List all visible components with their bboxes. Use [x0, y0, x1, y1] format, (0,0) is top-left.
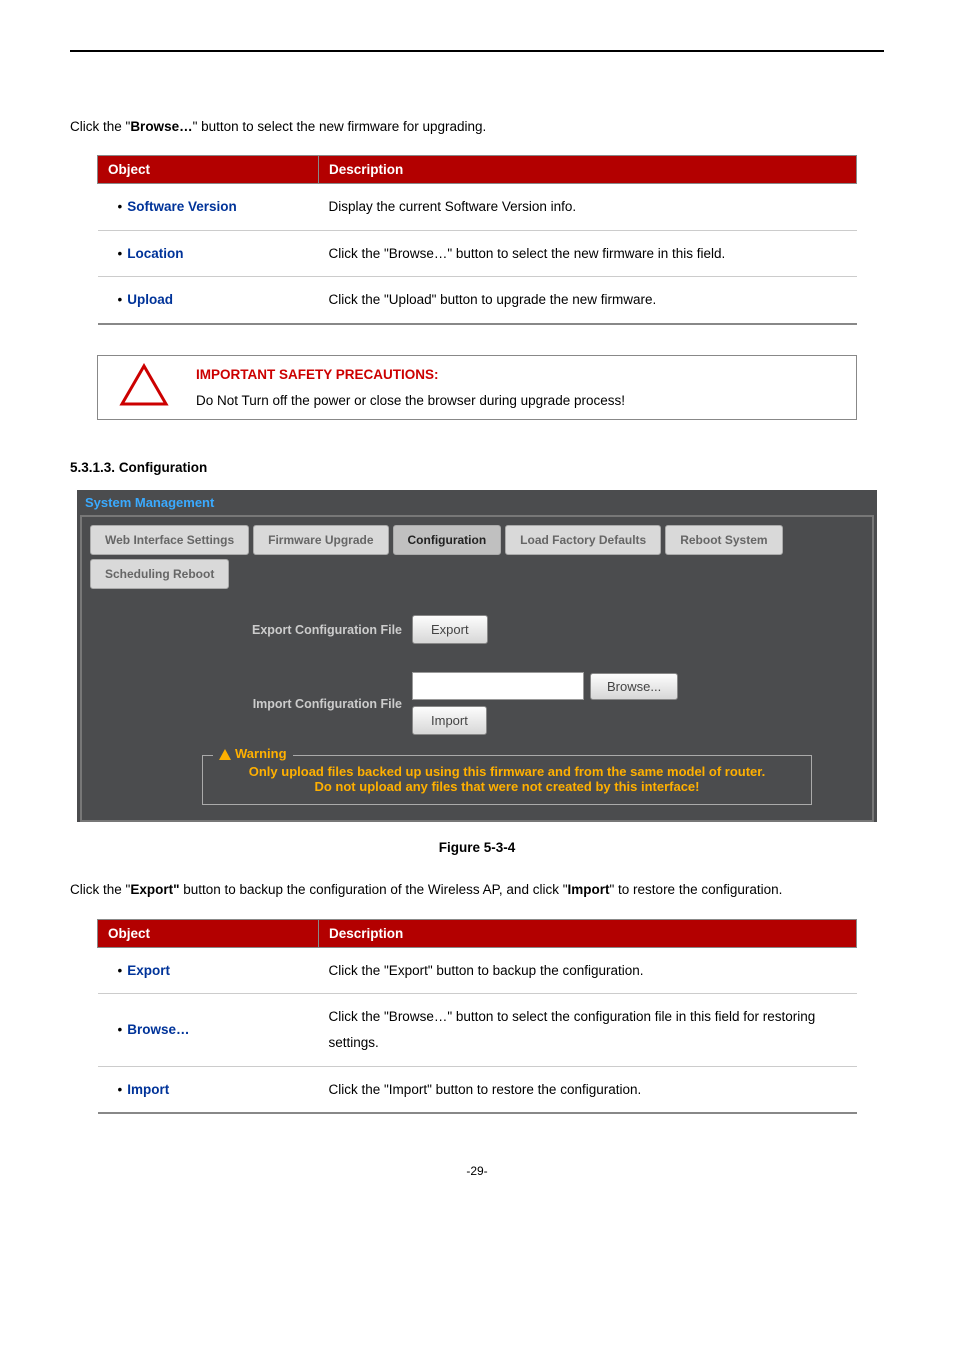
desc-cell: Click the "Import" button to restore the…	[319, 1066, 857, 1113]
warning-legend: Warning	[213, 746, 293, 761]
tab-load-factory-defaults[interactable]: Load Factory Defaults	[505, 525, 661, 555]
text: " to restore the configuration.	[610, 882, 783, 897]
page-number: -29-	[70, 1164, 884, 1178]
table-firmware: Object Description •Software Version Dis…	[97, 155, 857, 325]
label: Browse…	[127, 1022, 189, 1037]
tab-firmware-upgrade[interactable]: Firmware Upgrade	[253, 525, 388, 555]
import-label: Import Configuration File	[102, 697, 412, 711]
col-description: Description	[319, 156, 857, 184]
panel-inner: Web Interface Settings Firmware Upgrade …	[80, 515, 874, 822]
col-description: Description	[319, 919, 857, 947]
import-file-input[interactable]	[412, 672, 584, 700]
file-controls: Browse... Import	[412, 672, 678, 735]
panel-title: System Management	[77, 490, 877, 515]
desc-cell: Click the "Browse…" button to select the…	[319, 994, 857, 1066]
warning-triangle-icon	[119, 363, 169, 407]
section-number: 5.3.1.3.	[70, 460, 115, 475]
text: " button to select the new firmware for …	[193, 119, 487, 134]
object-cell: •Upload	[98, 277, 319, 324]
warning-line-1: Only upload files backed up using this f…	[215, 764, 799, 779]
tab-configuration[interactable]: Configuration	[393, 525, 502, 555]
table-row: •Location Click the "Browse…" button to …	[98, 230, 857, 277]
label: Upload	[127, 292, 173, 307]
desc-cell: Display the current Software Version inf…	[319, 184, 857, 231]
label: Software Version	[127, 199, 237, 214]
export-row: Export Configuration File Export	[82, 597, 872, 644]
import-row: Import Configuration File Browse... Impo…	[82, 644, 872, 735]
table-row: •Upload Click the "Upload" button to upg…	[98, 277, 857, 324]
object-cell: •Export	[98, 947, 319, 994]
col-object: Object	[98, 156, 319, 184]
warn-title: IMPORTANT SAFETY PRECAUTIONS:	[196, 367, 439, 382]
text: Click the "	[70, 882, 130, 897]
warning-triangle-icon	[219, 749, 231, 760]
text: Click the "	[70, 119, 130, 134]
object-cell: •Browse…	[98, 994, 319, 1066]
browse-button[interactable]: Browse...	[590, 673, 678, 700]
intro-paragraph-2: Click the "Export" button to backup the …	[70, 875, 884, 905]
desc-cell: Click the "Browse…" button to select the…	[319, 230, 857, 277]
desc-cell: Click the "Export" button to backup the …	[319, 947, 857, 994]
warn-body: Do Not Turn off the power or close the b…	[196, 393, 625, 408]
desc-cell: Click the "Upload" button to upgrade the…	[319, 277, 857, 324]
table-row: •Software Version Display the current So…	[98, 184, 857, 231]
warn-icon-cell	[98, 356, 191, 420]
warning-line-2: Do not upload any files that were not cr…	[215, 779, 799, 794]
table-row: •Export Click the "Export" button to bac…	[98, 947, 857, 994]
object-cell: •Software Version	[98, 184, 319, 231]
label: Location	[127, 246, 183, 261]
export-label: Export Configuration File	[102, 623, 412, 637]
tab-scheduling-reboot[interactable]: Scheduling Reboot	[90, 559, 229, 589]
intro-paragraph-1: Click the "Browse…" button to select the…	[70, 112, 884, 142]
section-heading: 5.3.1.3. Configuration	[70, 460, 884, 475]
safety-box: IMPORTANT SAFETY PRECAUTIONS: Do Not Tur…	[97, 355, 857, 420]
bold: Import	[568, 882, 610, 897]
section-title: Configuration	[119, 460, 207, 475]
object-cell: •Location	[98, 230, 319, 277]
figure-caption: Figure 5-3-4	[70, 840, 884, 855]
system-management-panel: System Management Web Interface Settings…	[77, 490, 877, 822]
tab-web-interface-settings[interactable]: Web Interface Settings	[90, 525, 249, 555]
import-button[interactable]: Import	[412, 706, 487, 735]
col-object: Object	[98, 919, 319, 947]
top-rule	[70, 50, 884, 52]
warn-text-cell: IMPORTANT SAFETY PRECAUTIONS: Do Not Tur…	[190, 356, 857, 420]
table-configuration: Object Description •Export Click the "Ex…	[97, 919, 857, 1115]
bold: Browse…	[130, 119, 192, 134]
warning-legend-text: Warning	[235, 746, 287, 761]
text: button to backup the configuration of th…	[179, 882, 567, 897]
bold: Export"	[130, 882, 179, 897]
label: Export	[127, 963, 170, 978]
export-button[interactable]: Export	[412, 615, 488, 644]
table-row: •Import Click the "Import" button to res…	[98, 1066, 857, 1113]
label: Import	[127, 1082, 169, 1097]
upload-warning-box: Warning Only upload files backed up usin…	[202, 755, 812, 805]
tab-reboot-system[interactable]: Reboot System	[665, 525, 782, 555]
table-row: •Browse… Click the "Browse…" button to s…	[98, 994, 857, 1066]
table-header-row: Object Description	[98, 156, 857, 184]
object-cell: •Import	[98, 1066, 319, 1113]
tabs-row: Web Interface Settings Firmware Upgrade …	[82, 517, 872, 597]
table-header-row: Object Description	[98, 919, 857, 947]
